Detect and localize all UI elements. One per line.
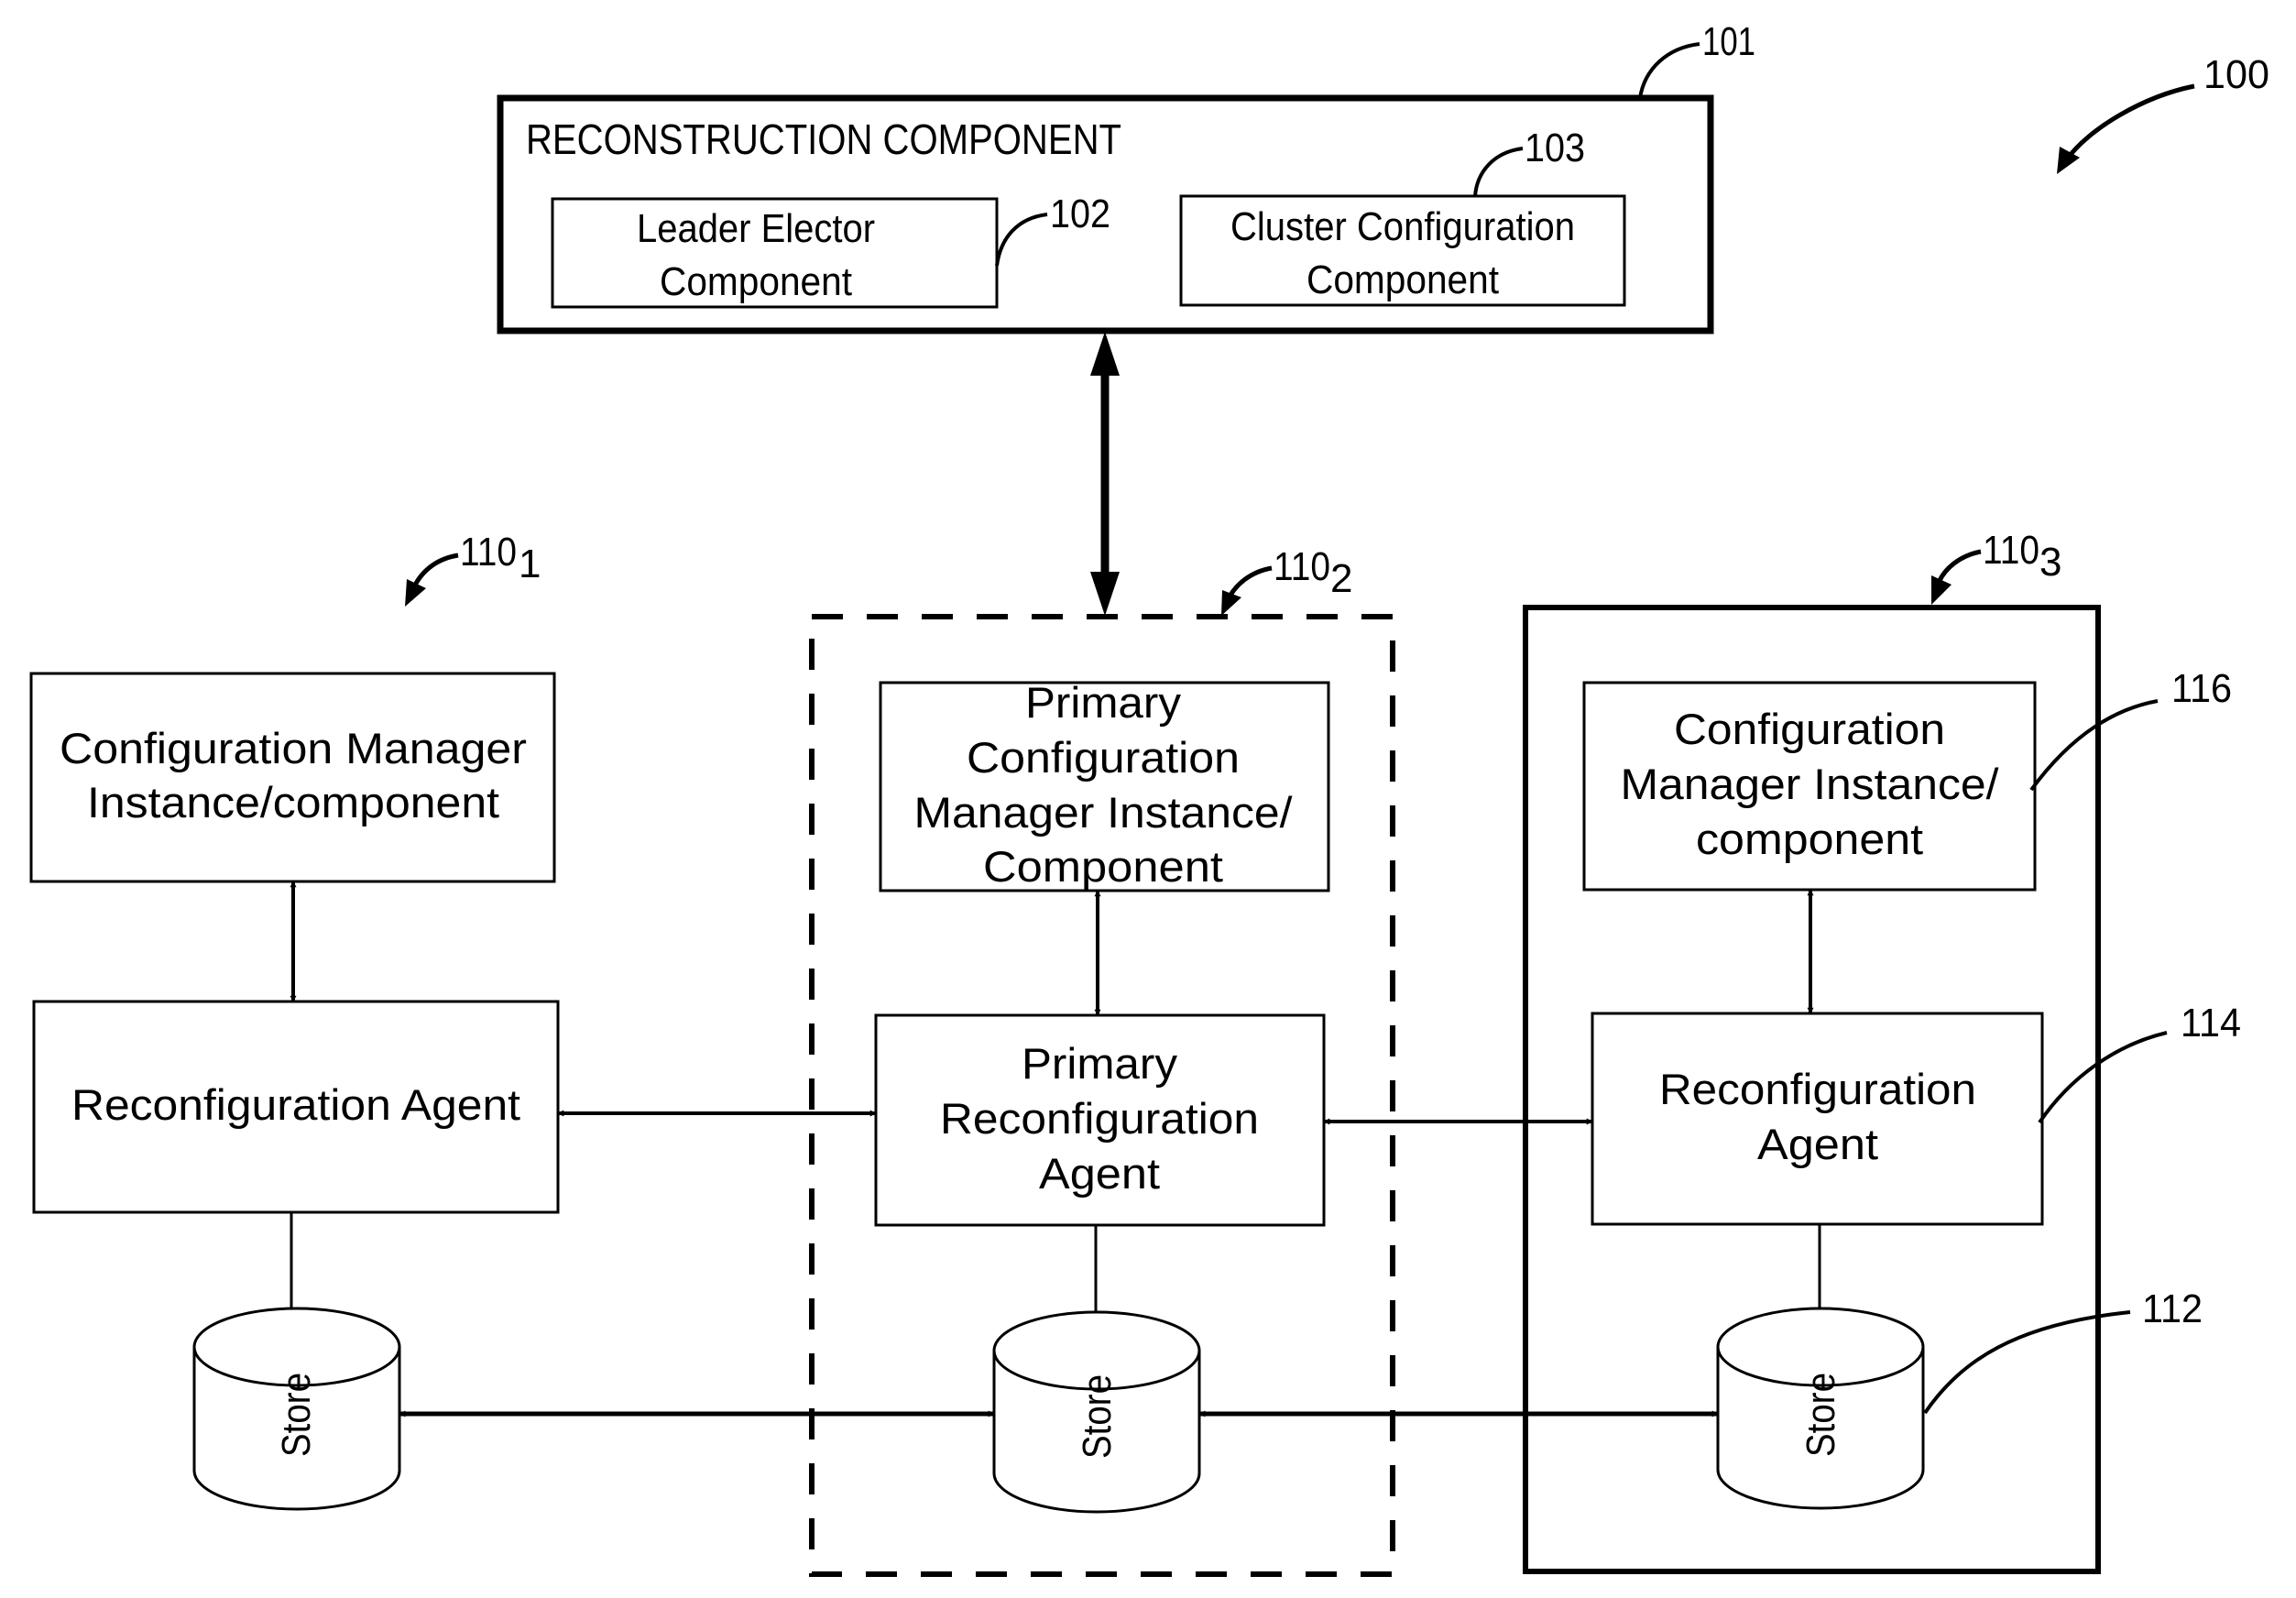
ref-label-100: 100: [2057, 52, 2269, 174]
primary-agent-line-2: Reconfiguration: [940, 1094, 1259, 1143]
reconfiguration-agent-1-label: Reconfiguration Agent: [71, 1080, 520, 1129]
ref-label-110-1: 110 1: [405, 530, 541, 607]
cluster-configuration-line-2: Component: [1307, 257, 1499, 302]
arrowhead-110-2-icon: [1221, 590, 1241, 616]
reconfiguration-agent-3-line-2: Agent: [1757, 1120, 1878, 1168]
reconfiguration-agent-box-3: [1591, 1012, 2044, 1226]
ref-116-text: 116: [2171, 666, 2232, 711]
reconstruction-to-primary-arrow: [1090, 332, 1120, 616]
reconfiguration-agent-3-line-1: Reconfiguration: [1659, 1065, 1976, 1113]
config-manager-3-line-3: component: [1696, 815, 1923, 863]
ref-100-text: 100: [2203, 52, 2269, 97]
cluster-configuration-component: Cluster Configuration Component: [1179, 194, 1626, 307]
arrowhead-up-icon: [1090, 332, 1120, 376]
ref-112-text: 112: [2142, 1286, 2203, 1331]
primary-agent-line-3: Agent: [1039, 1149, 1160, 1198]
leader-line-100: [2063, 83, 2195, 162]
reconstruction-component-title: RECONSTRUCTION COMPONENT: [526, 115, 1121, 163]
arrowhead-down-icon: [1090, 572, 1120, 616]
primary-config-manager-line-2: Configuration: [967, 733, 1240, 782]
primary-agent-line-1: Primary: [1022, 1039, 1178, 1088]
store-3-label: Store: [1799, 1373, 1843, 1457]
cluster-configuration-line-1: Cluster Configuration: [1230, 204, 1575, 249]
ref-102-text: 102: [1050, 192, 1110, 236]
ref-110-2-base: 110: [1274, 544, 1330, 589]
store-1-label: Store: [274, 1373, 319, 1457]
ref-label-110-2: 110 2: [1221, 544, 1352, 616]
ref-114-text: 114: [2181, 1001, 2241, 1045]
ref-110-1-sub: 1: [519, 542, 541, 586]
leader-line-101: [1638, 42, 1700, 99]
ref-110-1-base: 110: [460, 530, 517, 575]
system-diagram: RECONSTRUCTION COMPONENT Leader Elector …: [29, 19, 2269, 1577]
store-3: Store: [1716, 1307, 1925, 1510]
ref-110-2-sub: 2: [1330, 556, 1352, 601]
config-manager-3-line-1: Configuration: [1674, 705, 1945, 753]
config-manager-3-line-2: Manager Instance/: [1621, 760, 2000, 808]
ref-110-3-sub: 3: [2039, 540, 2061, 585]
ref-103-text: 103: [1525, 126, 1585, 170]
leader-elector-line-2: Component: [660, 259, 852, 304]
node-110-2: 110 2 Primary Configuration Manager Inst…: [809, 544, 1395, 1577]
ref-110-3-base: 110: [1983, 528, 2039, 573]
store-1: Store: [192, 1307, 401, 1511]
node-110-1: 110 1 Configuration Manager Instance/com…: [29, 530, 560, 1511]
config-manager-1-line-1: Configuration Manager: [60, 724, 527, 772]
leader-elector-component: Leader Elector Component: [551, 197, 999, 309]
ref-101-text: 101: [1702, 19, 1755, 64]
store-2-label: Store: [1075, 1374, 1120, 1459]
ref-label-110-3: 110 3: [1931, 528, 2061, 605]
leader-line-110-3: [1935, 549, 1982, 586]
primary-config-manager-line-3: Manager Instance/: [914, 788, 1294, 837]
store-2: Store: [992, 1310, 1201, 1514]
config-manager-1-line-2: Instance/component: [87, 778, 499, 826]
primary-config-manager-line-4: Component: [983, 842, 1223, 891]
ref-label-101: 101: [1638, 19, 1755, 99]
leader-elector-line-1: Leader Elector: [637, 206, 875, 251]
primary-config-manager-line-1: Primary: [1025, 678, 1182, 727]
